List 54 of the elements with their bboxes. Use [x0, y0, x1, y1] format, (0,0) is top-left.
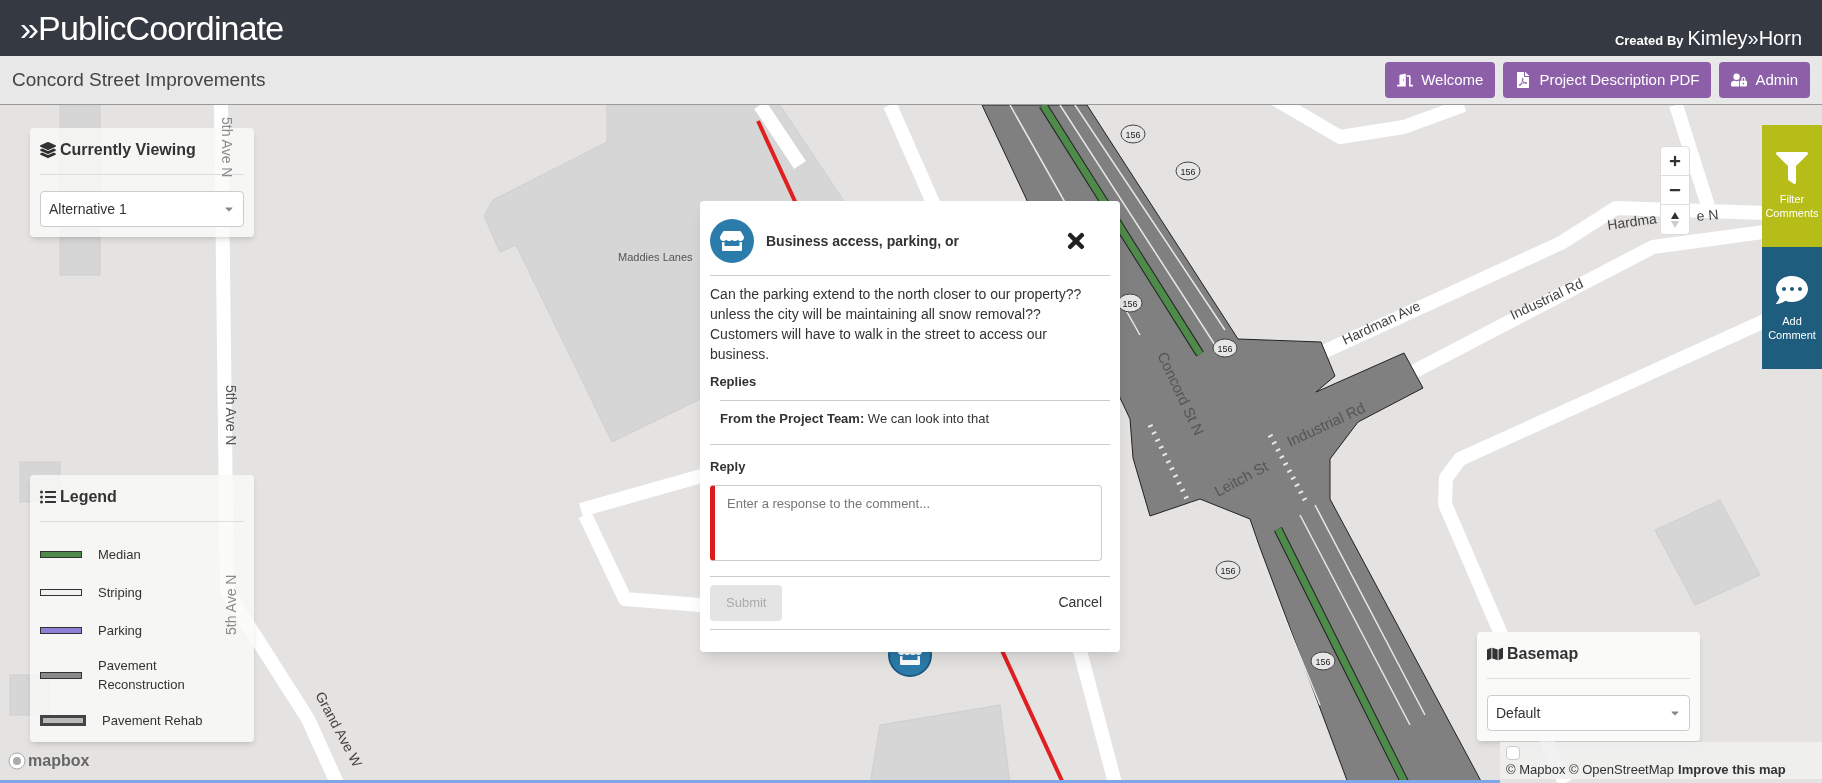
route-shield: 156: [1212, 338, 1238, 358]
mapbox-logo: mapbox: [28, 751, 90, 771]
header-button[interactable]: Welcome: [1385, 62, 1496, 98]
door-icon: [1397, 72, 1414, 88]
filter-icon: [1776, 152, 1808, 184]
comment-text: Can the parking extend to the north closer to our property?? unless the city will be maintaining all snow removal?? Customers will have to walk in the street to access our business.: [710, 285, 1083, 364]
plus-icon: [1669, 155, 1681, 167]
street-label: 5th Ave N: [219, 117, 235, 178]
attribution-checkbox[interactable]: [1506, 745, 1520, 760]
street-label: 5th Ave N: [223, 574, 239, 635]
street-label: e N: [1695, 206, 1719, 224]
layers-icon: [40, 142, 56, 158]
map[interactable]: [0, 105, 1822, 783]
cancel-button[interactable]: Cancel: [1058, 592, 1102, 613]
side-button[interactable]: Add Comment: [1762, 247, 1822, 369]
logo: »PublicCoordinate: [20, 7, 284, 49]
store-category-icon: [710, 219, 754, 263]
legend-label: Striping: [98, 583, 144, 602]
street-shape: [754, 105, 806, 169]
attribution-text: © Mapbox © OpenStreetMap: [1506, 760, 1675, 779]
header-button[interactable]: Admin: [1719, 62, 1810, 98]
panel-title: Legend: [60, 487, 117, 507]
panel-title: Currently Viewing: [60, 140, 196, 160]
north-arrow-icon: [1670, 210, 1680, 229]
panel-title: Basemap: [1507, 644, 1579, 664]
popup-title: Business access, parking, or: [766, 231, 959, 251]
mapbox-logo-icon: [8, 752, 26, 770]
project-title: Concord Street Improvements: [12, 67, 266, 92]
improve-map-link[interactable]: Improve this map: [1678, 759, 1786, 779]
map-icon: [1487, 646, 1503, 662]
speech-bubble-icon: [1776, 274, 1808, 306]
credit-label: Created By: [1614, 32, 1684, 50]
route-shield: 156: [1310, 651, 1336, 671]
list-icon: [40, 489, 56, 505]
alternative-select[interactable]: Alternative 1: [40, 191, 244, 227]
credit-logo: Kimley»Horn: [1687, 26, 1802, 51]
place-label: Maddies Lanes: [618, 251, 693, 263]
pdf-file-icon: [1515, 72, 1532, 88]
street-label: 5th Ave N: [223, 385, 239, 446]
reply-field[interactable]: Enter a response to the comment...: [710, 484, 1102, 561]
street-label: Hardma: [1606, 210, 1658, 233]
user-lock-icon: [1731, 72, 1748, 88]
reply-label: Reply: [710, 458, 747, 476]
replies-heading: Replies: [710, 373, 758, 391]
reply-text: From the Project Team: We can look into that: [720, 409, 990, 428]
route-shield: 156: [1175, 161, 1201, 181]
legend-label: Median: [98, 545, 142, 564]
legend-label: Pavement Reconstruction: [98, 657, 186, 694]
route-shield: 156: [1120, 124, 1146, 144]
header-button[interactable]: Project Description PDF: [1503, 62, 1712, 98]
basemap-select[interactable]: Default: [1487, 695, 1690, 731]
legend-label: Parking: [98, 621, 144, 640]
legend-label: Pavement Rehab: [102, 711, 204, 730]
route-shield: 156: [1215, 560, 1241, 580]
